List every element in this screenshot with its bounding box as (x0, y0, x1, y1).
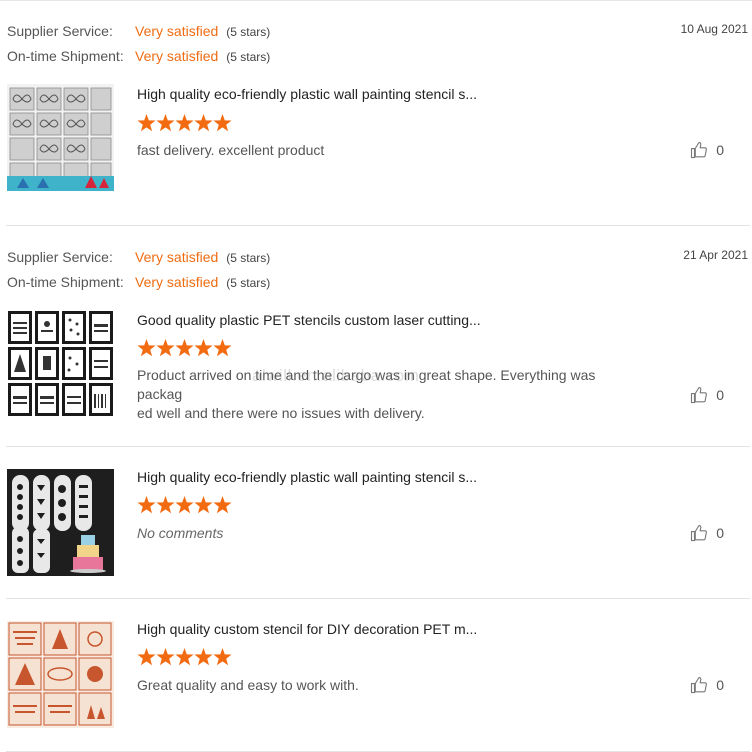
star-icon (213, 496, 232, 514)
star-icon (175, 648, 194, 666)
supplier-service-rating: Supplier Service: Very satisfied (5 stars) (7, 21, 270, 41)
like-button[interactable]: 0 (690, 676, 724, 694)
review-date: 21 Apr 2021 (683, 248, 748, 262)
star-icon (137, 339, 156, 357)
star-rating (137, 113, 234, 133)
review-comment: Product arrived on time and the cargo wa… (137, 366, 637, 423)
star-icon (156, 496, 175, 514)
like-button[interactable]: 0 (690, 524, 724, 542)
thumbs-up-icon (690, 524, 708, 542)
product-thumbnail[interactable] (7, 310, 114, 417)
supplier-service-value: Very satisfied (135, 23, 219, 39)
star-icon (156, 114, 175, 132)
review-comment-line: Product arrived on time and the cargo wa… (137, 367, 596, 402)
shipment-label: On-time Shipment: (7, 274, 124, 290)
review-comment-line: ed well and there were no issues with de… (137, 405, 425, 421)
butterfly-stencil-thumbnail (7, 84, 114, 191)
supplier-service-rating: Supplier Service: Very satisfied (5 stars) (7, 247, 270, 267)
star-icon (175, 496, 194, 514)
supplier-service-value: Very satisfied (135, 249, 219, 265)
review-item: Supplier Service: Very satisfied (5 stars)… (0, 226, 752, 447)
like-button[interactable]: 0 (690, 386, 724, 404)
star-rating (137, 495, 234, 515)
star-icon (194, 114, 213, 132)
shipment-value: Very satisfied (135, 274, 219, 290)
product-thumbnail[interactable] (7, 469, 114, 576)
supplier-service-label: Supplier Service: (7, 23, 113, 39)
review-comment: No comments (137, 525, 224, 541)
like-count: 0 (716, 387, 724, 403)
star-icon (156, 648, 175, 666)
supplier-service-label: Supplier Service: (7, 249, 113, 265)
like-count: 0 (716, 525, 724, 541)
cake-stencil-thumbnail (7, 469, 114, 576)
review-comment: fast delivery. excellent product (137, 142, 325, 158)
star-icon (156, 339, 175, 357)
like-count: 0 (716, 142, 724, 158)
shipment-label: On-time Shipment: (7, 48, 124, 64)
star-icon (175, 339, 194, 357)
thumbs-up-icon (690, 676, 708, 694)
star-icon (213, 339, 232, 357)
product-title[interactable]: High quality custom stencil for DIY deco… (137, 621, 477, 637)
shipment-value: Very satisfied (135, 48, 219, 64)
star-icon (194, 496, 213, 514)
thumbs-up-icon (690, 386, 708, 404)
product-title[interactable]: High quality eco-friendly plastic wall p… (137, 86, 477, 102)
star-icon (213, 648, 232, 666)
product-thumbnail[interactable] (7, 84, 114, 191)
supplier-service-stars: (5 stars) (226, 25, 271, 39)
review-date: 10 Aug 2021 (680, 22, 748, 36)
star-icon (213, 114, 232, 132)
holiday-stencil-thumbnail (7, 621, 114, 728)
star-icon (137, 114, 156, 132)
star-rating (137, 338, 234, 358)
supplier-service-stars: (5 stars) (226, 251, 271, 265)
review-item: Supplier Service: Very satisfied (5 stars)… (0, 0, 752, 226)
product-title[interactable]: High quality eco-friendly plastic wall p… (137, 469, 477, 485)
star-rating (137, 647, 234, 667)
shipment-rating: On-time Shipment: Very satisfied (5 stars) (7, 272, 270, 292)
star-icon (194, 648, 213, 666)
review-item: High quality eco-friendly plastic wall p… (0, 447, 752, 599)
like-button[interactable]: 0 (690, 141, 724, 159)
star-icon (137, 496, 156, 514)
thumbs-up-icon (690, 141, 708, 159)
review-comment: Great quality and easy to work with. (137, 677, 359, 693)
like-count: 0 (716, 677, 724, 693)
star-icon (194, 339, 213, 357)
star-icon (137, 648, 156, 666)
shipment-stars: (5 stars) (226, 276, 271, 290)
product-title[interactable]: Good quality plastic PET stencils custom… (137, 312, 481, 328)
christmas-stencil-thumbnail (7, 310, 114, 417)
review-item: High quality custom stencil for DIY deco… (0, 599, 752, 752)
shipment-stars: (5 stars) (226, 50, 271, 64)
product-thumbnail[interactable] (7, 621, 114, 728)
shipment-rating: On-time Shipment: Very satisfied (5 stars) (7, 46, 270, 66)
star-icon (175, 114, 194, 132)
